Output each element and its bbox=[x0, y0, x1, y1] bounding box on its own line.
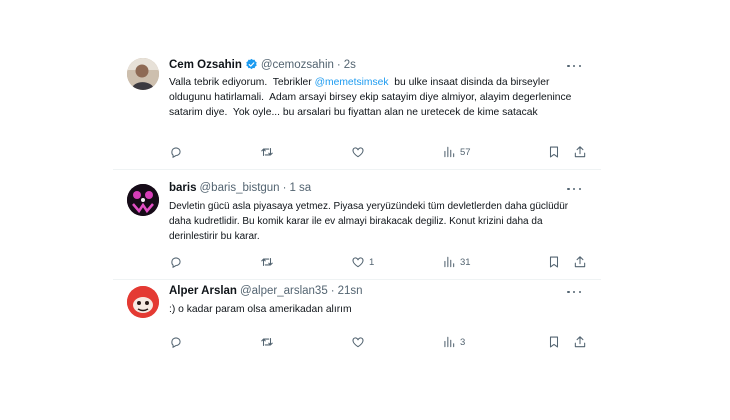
author-name[interactable]: baris bbox=[169, 182, 197, 194]
mention-link[interactable]: @memetsimsek bbox=[315, 77, 389, 88]
avatar[interactable] bbox=[127, 58, 159, 90]
author-handle[interactable]: @cemozsahin bbox=[261, 59, 334, 71]
author-handle[interactable]: @alper_arslan35 bbox=[240, 285, 328, 297]
separator-dot: · bbox=[330, 285, 335, 297]
views-button[interactable]: 3 bbox=[442, 334, 465, 350]
views-icon bbox=[442, 335, 456, 349]
views-count: 3 bbox=[460, 336, 466, 348]
avatar[interactable] bbox=[127, 286, 159, 318]
tweet[interactable]: baris @baris_bistgun · 1 sa Devletin güc… bbox=[113, 170, 601, 280]
retweet-button[interactable] bbox=[260, 334, 278, 350]
reply-button[interactable] bbox=[169, 334, 187, 350]
separator-dot: · bbox=[336, 58, 341, 71]
reply-icon bbox=[169, 335, 183, 349]
share-button[interactable] bbox=[573, 254, 587, 270]
tweet-text: :) o kadar param olsa amerikadan alırım bbox=[169, 304, 352, 315]
bookmark-icon bbox=[547, 255, 561, 269]
views-count: 31 bbox=[460, 256, 471, 268]
reply-icon bbox=[169, 145, 183, 159]
tweet-text: Valla tebrik ediyorum. Tebrikler @memets… bbox=[169, 75, 589, 120]
bookmark-icon bbox=[547, 145, 561, 159]
retweet-icon bbox=[260, 145, 274, 159]
tweet-actions: 1 31 bbox=[165, 254, 587, 270]
reply-button[interactable] bbox=[169, 254, 187, 270]
reply-button[interactable] bbox=[169, 144, 187, 160]
share-icon bbox=[573, 255, 587, 269]
timestamp[interactable]: 2s bbox=[344, 59, 356, 71]
bookmark-button[interactable] bbox=[547, 144, 561, 160]
tweet-header: baris @baris_bistgun · 1 sa bbox=[169, 182, 311, 194]
timestamp[interactable]: 1 sa bbox=[289, 182, 311, 194]
tweet-text-part: Valla tebrik ediyorum. Tebrikler bbox=[169, 77, 315, 88]
retweet-icon bbox=[260, 255, 274, 269]
tweet-text: Devletin gücü asla piyasaya yetmez. Piya… bbox=[169, 201, 571, 242]
separator-dot: · bbox=[282, 182, 287, 194]
tweet-actions: 57 bbox=[165, 144, 587, 160]
author-name[interactable]: Alper Arslan bbox=[169, 285, 237, 297]
views-icon bbox=[442, 145, 456, 159]
tweet-header: Alper Arslan @alper_arslan35 · 21sn bbox=[169, 285, 363, 297]
timestamp[interactable]: 21sn bbox=[338, 285, 363, 297]
tweet[interactable]: Alper Arslan @alper_arslan35 · 21sn :) o… bbox=[113, 280, 601, 360]
author-handle[interactable]: @baris_bistgun bbox=[200, 182, 280, 194]
more-icon[interactable] bbox=[567, 287, 581, 297]
bookmark-icon bbox=[547, 335, 561, 349]
views-icon bbox=[442, 255, 456, 269]
heart-icon bbox=[351, 255, 365, 269]
more-icon[interactable] bbox=[567, 184, 581, 194]
like-count: 1 bbox=[369, 256, 375, 268]
bookmark-button[interactable] bbox=[547, 334, 561, 350]
like-button[interactable] bbox=[351, 334, 369, 350]
bookmark-button[interactable] bbox=[547, 254, 561, 270]
heart-icon bbox=[351, 145, 365, 159]
like-button[interactable]: 1 bbox=[351, 254, 374, 270]
reply-icon bbox=[169, 255, 183, 269]
views-button[interactable]: 31 bbox=[442, 254, 471, 270]
tweet[interactable]: Cem Ozsahin @cemozsahin · 2s Valla tebri… bbox=[113, 44, 601, 170]
more-icon[interactable] bbox=[567, 61, 581, 71]
author-name[interactable]: Cem Ozsahin bbox=[169, 59, 242, 71]
share-button[interactable] bbox=[573, 334, 587, 350]
share-button[interactable] bbox=[573, 144, 587, 160]
tweet-header: Cem Ozsahin @cemozsahin · 2s bbox=[169, 58, 356, 71]
heart-icon bbox=[351, 335, 365, 349]
avatar[interactable] bbox=[127, 184, 159, 216]
share-icon bbox=[573, 335, 587, 349]
retweet-icon bbox=[260, 335, 274, 349]
retweet-button[interactable] bbox=[260, 254, 278, 270]
like-button[interactable] bbox=[351, 144, 369, 160]
views-button[interactable]: 57 bbox=[442, 144, 471, 160]
share-icon bbox=[573, 145, 587, 159]
verified-badge-icon bbox=[245, 58, 258, 71]
retweet-button[interactable] bbox=[260, 144, 278, 160]
tweet-actions: 3 bbox=[165, 334, 587, 350]
views-count: 57 bbox=[460, 146, 471, 158]
